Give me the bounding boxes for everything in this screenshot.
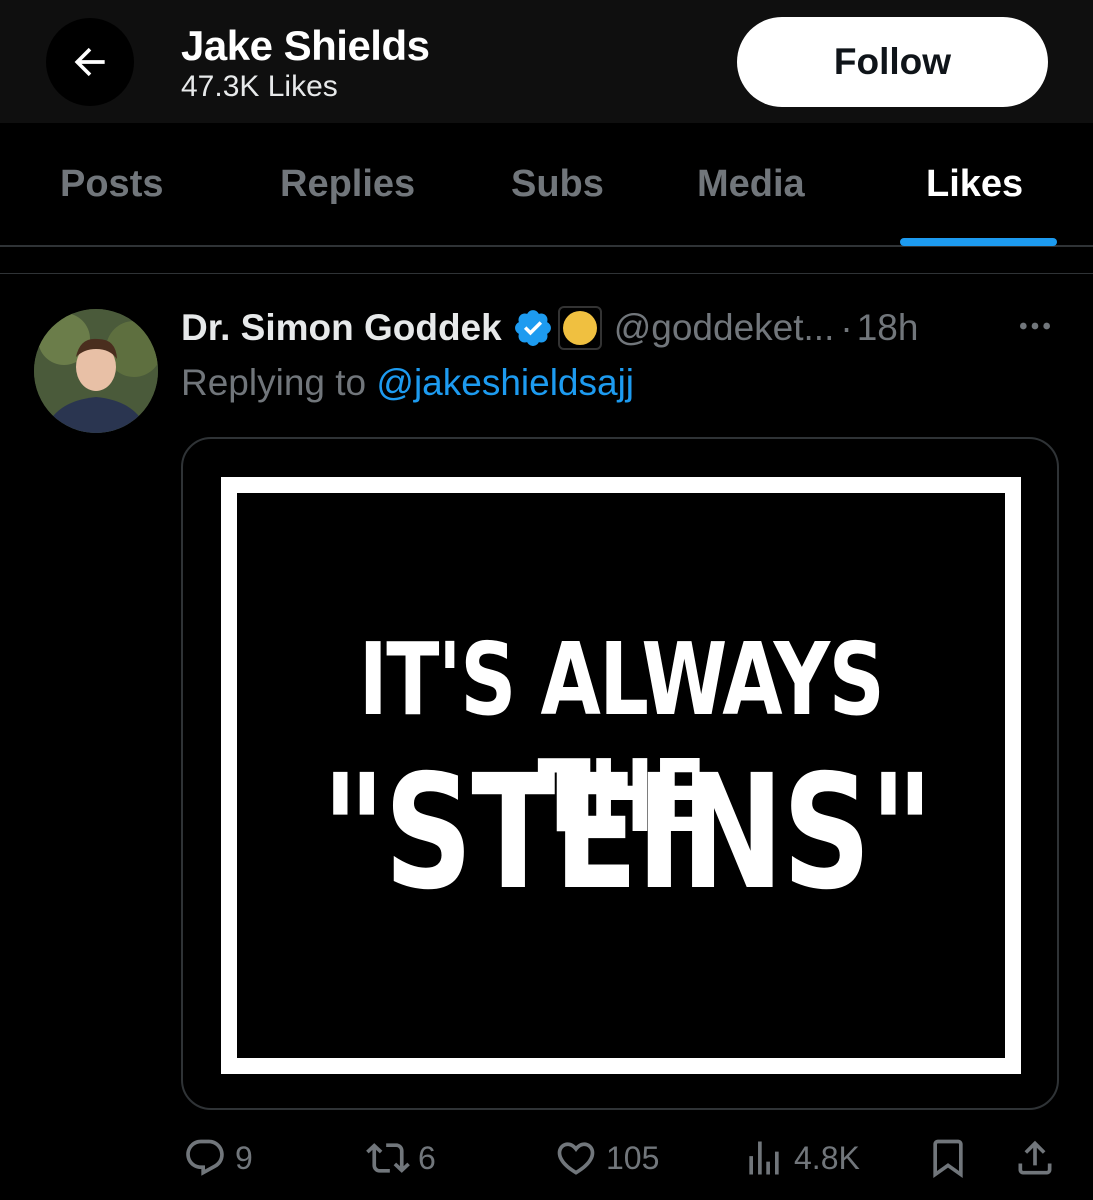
tab-subs[interactable]: Subs [511, 163, 604, 206]
likes-count: 47.3K Likes [181, 70, 338, 103]
meme-text-line2: "STEINS" [321, 741, 933, 925]
tweet-media[interactable]: IT'S ALWAYS THE "STEINS" [181, 437, 1059, 1110]
avatar[interactable] [34, 309, 158, 433]
tab-media[interactable]: Media [697, 163, 805, 206]
reply-count: 9 [235, 1139, 253, 1176]
back-button[interactable] [46, 18, 134, 106]
profile-tabs: Posts Replies Subs Media Likes [0, 123, 1093, 247]
bookmark-icon [933, 1139, 963, 1179]
replying-handle-link[interactable]: @jakeshieldsajj [376, 362, 634, 403]
meme-image: IT'S ALWAYS THE "STEINS" [221, 477, 1021, 1074]
divider [0, 273, 1093, 274]
repost-count: 6 [418, 1139, 436, 1176]
author-name[interactable]: Dr. Simon Goddek [181, 307, 502, 349]
reply-button[interactable]: 9 [183, 1136, 253, 1180]
profile-name: Jake Shields [181, 22, 430, 69]
active-tab-indicator [900, 238, 1057, 246]
repost-button[interactable]: 6 [366, 1136, 436, 1180]
follow-button[interactable]: Follow [737, 17, 1048, 107]
heart-icon [557, 1142, 595, 1175]
tab-likes[interactable]: Likes [926, 163, 1023, 206]
affiliation-badge-icon [557, 306, 602, 350]
views-count: 4.8K [794, 1139, 860, 1176]
share-button[interactable] [1013, 1136, 1057, 1180]
profile-header: Jake Shields 47.3K Likes Follow [0, 0, 1093, 123]
tab-posts[interactable]: Posts [60, 163, 163, 206]
replying-prefix: Replying to [181, 362, 367, 403]
tweet-author-row: Dr. Simon Goddek @goddeket... · 18h [181, 306, 918, 350]
arrow-left-icon [74, 47, 105, 77]
replying-to: Replying to @jakeshieldsajj [181, 362, 634, 404]
tab-replies[interactable]: Replies [280, 163, 415, 206]
separator: · [840, 307, 853, 348]
views-button[interactable]: 4.8K [742, 1136, 860, 1180]
more-horizontal-icon[interactable] [1013, 306, 1057, 346]
like-count: 105 [606, 1139, 660, 1176]
author-handle[interactable]: @goddeket... [614, 307, 835, 349]
bookmark-button[interactable] [926, 1136, 970, 1180]
repost-icon [366, 1143, 410, 1173]
like-button[interactable]: 105 [554, 1136, 659, 1180]
tweet-time[interactable]: 18h [857, 307, 919, 349]
share-icon [1018, 1140, 1052, 1175]
reply-icon [186, 1139, 224, 1176]
avatar-image [34, 309, 158, 433]
views-icon [749, 1141, 779, 1175]
verified-badge-icon [514, 310, 551, 346]
